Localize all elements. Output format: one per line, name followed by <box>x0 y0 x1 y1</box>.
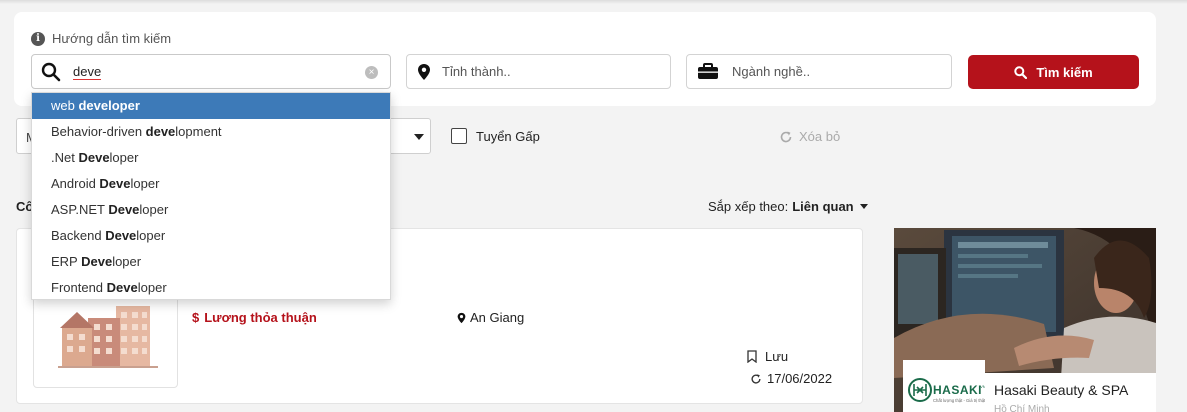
suggestion-match: Deve <box>99 176 131 191</box>
job-date-text: 17/06/2022 <box>767 371 833 386</box>
refresh-icon <box>780 131 792 142</box>
search-button[interactable]: Tìm kiếm <box>968 55 1139 89</box>
ad-company-name[interactable]: Hasaki Beauty & SPA <box>994 382 1128 398</box>
map-pin-icon <box>418 63 430 80</box>
suggestion-text: .Net <box>51 150 79 165</box>
urgent-filter[interactable]: Tuyển Gấp <box>451 128 540 144</box>
search-icon <box>1014 65 1028 79</box>
suggestion-item[interactable]: Behavior-driven development <box>32 119 390 145</box>
suggestion-item[interactable]: Frontend Developer <box>32 275 390 301</box>
company-ad-banner[interactable]: HASAKI .VN Chất lượng thật - Giá trị thậ… <box>894 228 1156 412</box>
suggestion-text: loper <box>130 176 160 191</box>
suggestion-match: Deve <box>108 202 140 217</box>
sort-label: Sắp xếp theo: <box>708 199 789 214</box>
chevron-down-icon <box>859 204 868 209</box>
keyword-input[interactable]: deve × <box>31 54 391 89</box>
suggestion-match: Deve <box>81 254 113 269</box>
briefcase-icon <box>698 63 718 79</box>
job-salary-text: Lương thỏa thuận <box>204 310 317 325</box>
suggestion-text: loper <box>112 254 142 269</box>
info-icon: i <box>31 31 45 46</box>
search-guide-label: Hướng dẫn tìm kiếm <box>52 31 172 46</box>
bookmark-icon <box>747 350 757 363</box>
dollar-icon: $ <box>192 310 200 325</box>
suggestion-text: loper <box>136 228 166 243</box>
suggestion-match: developer <box>78 98 140 113</box>
ad-company-city: Hồ Chí Minh <box>994 404 1050 412</box>
industry-placeholder: Ngành nghề.. <box>732 64 811 79</box>
job-location-text: An Giang <box>470 310 525 325</box>
suggestion-item[interactable]: Android Developer <box>32 171 390 197</box>
chevron-down-icon <box>414 134 424 140</box>
industry-input[interactable]: Ngành nghề.. <box>686 54 952 89</box>
suggestion-text: ERP <box>51 254 82 269</box>
svg-text:Chất lượng thật - Giá trị thật: Chất lượng thật - Giá trị thật <box>933 398 985 403</box>
clear-filters-label: Xóa bỏ <box>799 129 841 144</box>
suggestion-text: lopment <box>175 124 222 139</box>
search-guide[interactable]: i Hướng dẫn tìm kiếm <box>31 31 171 46</box>
suggestion-text: Behavior-driven <box>51 124 146 139</box>
suggestion-text: Frontend <box>51 280 107 295</box>
suggestion-item[interactable]: .Net Developer <box>32 145 390 171</box>
search-button-label: Tìm kiếm <box>1036 64 1093 80</box>
save-job-label: Lưu <box>765 349 789 364</box>
suggestion-text: Android <box>51 176 100 191</box>
suggestion-item[interactable]: ERP Developer <box>32 249 390 275</box>
clear-input-icon[interactable]: × <box>365 66 378 79</box>
suggestion-item[interactable]: ASP.NET Developer <box>32 197 390 223</box>
hasaki-logo[interactable]: HASAKI .VN Chất lượng thật - Giá trị thậ… <box>903 360 986 412</box>
keyword-value: deve <box>73 63 102 80</box>
top-shadow-bar <box>0 0 1187 4</box>
clear-filters-button[interactable]: Xóa bỏ <box>779 129 840 144</box>
refresh-icon <box>751 373 761 384</box>
job-date: 17/06/2022 <box>750 371 832 386</box>
suggestion-match: Deve <box>106 280 138 295</box>
suggestion-text: loper <box>109 150 139 165</box>
suggestion-item[interactable]: Backend Developer <box>32 223 390 249</box>
suggestion-text: Backend <box>51 228 106 243</box>
svg-text:HASAKI: HASAKI <box>933 383 982 397</box>
suggestion-text: web <box>51 98 79 113</box>
map-pin-icon <box>457 312 466 323</box>
save-job-button[interactable]: Lưu <box>747 349 788 364</box>
urgent-label: Tuyển Gấp <box>476 128 540 144</box>
suggestion-item[interactable]: web developer <box>32 93 390 119</box>
suggestion-match: deve <box>145 124 176 139</box>
search-icon <box>41 62 61 81</box>
job-salary: $ Lương thỏa thuận <box>192 310 317 325</box>
autocomplete-dropdown: web developer Behavior-driven development… <box>31 92 391 300</box>
urgent-checkbox[interactable] <box>451 128 467 144</box>
suggestion-match: Deve <box>78 150 110 165</box>
suggestion-match: Deve <box>105 228 137 243</box>
location-placeholder: Tỉnh thành.. <box>442 64 511 79</box>
suggestion-text: ASP.NET <box>51 202 109 217</box>
suggestion-text: loper <box>139 202 169 217</box>
building-icon <box>58 306 158 368</box>
location-input[interactable]: Tỉnh thành.. <box>406 54 671 89</box>
sort-value: Liên quan <box>792 199 854 214</box>
sort-dropdown[interactable]: Sắp xếp theo: Liên quan <box>708 199 868 214</box>
job-location: An Giang <box>457 310 524 325</box>
suggestion-text: loper <box>137 280 167 295</box>
